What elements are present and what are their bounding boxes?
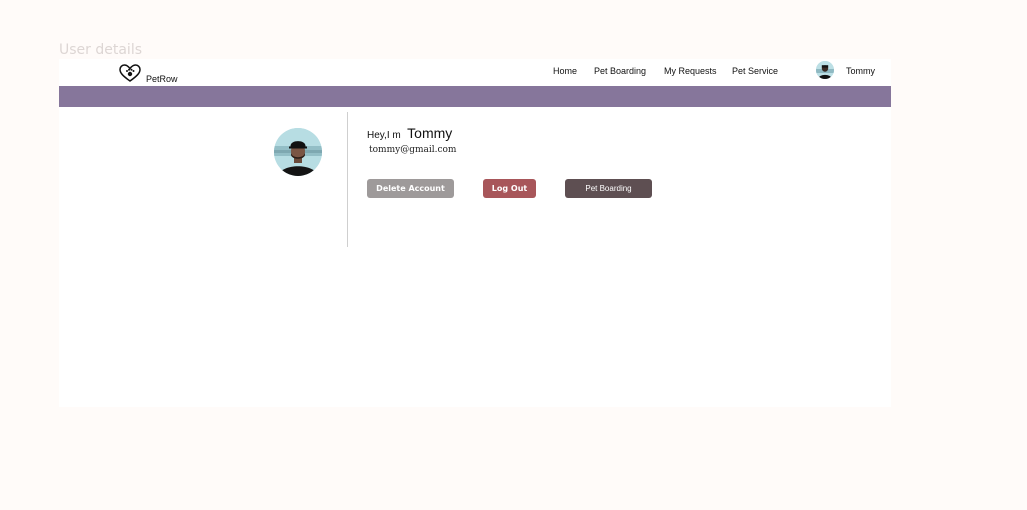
profile-name: Tommy — [407, 125, 453, 141]
profile-photo-icon — [274, 128, 322, 176]
navbar: PetRow Home Pet Boarding My Requests Pet… — [59, 59, 891, 86]
greeting-prefix: Hey,I m — [367, 130, 401, 141]
delete-account-button[interactable]: Delete Account — [367, 179, 454, 198]
profile-avatar — [274, 128, 322, 176]
frame-label: User details — [59, 42, 143, 58]
nav-avatar[interactable] — [816, 61, 834, 79]
paw-heart-icon[interactable] — [119, 64, 141, 83]
nav-pet-boarding[interactable]: Pet Boarding — [594, 66, 646, 76]
nav-home[interactable]: Home — [553, 66, 577, 76]
nav-pet-service[interactable]: Pet Service — [732, 66, 778, 76]
user-avatar-icon — [816, 61, 834, 79]
log-out-button[interactable]: Log Out — [483, 179, 536, 198]
pet-boarding-button[interactable]: Pet Boarding — [565, 179, 652, 198]
profile-email: tommy@gmail.com — [369, 145, 457, 155]
nav-my-requests[interactable]: My Requests — [664, 66, 717, 76]
profile-divider — [347, 112, 348, 247]
header-banner — [59, 86, 891, 107]
user-details-page: PetRow Home Pet Boarding My Requests Pet… — [59, 59, 891, 407]
greeting: Hey,I m Tommy — [367, 125, 452, 143]
nav-user-name[interactable]: Tommy — [846, 66, 875, 76]
brand-name[interactable]: PetRow — [146, 74, 178, 84]
